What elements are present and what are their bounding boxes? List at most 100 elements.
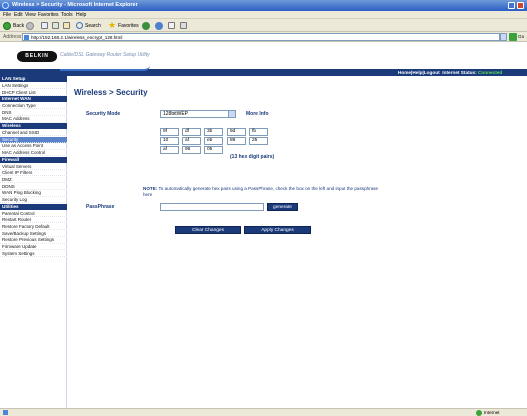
sidebar-item-use-as-access-point[interactable]: Use as Access Point [0,143,67,150]
top-nav-links: Home|Help|Logout Internet Status: Connec… [398,70,502,75]
clear-changes-button[interactable]: Clear Changes [175,226,241,234]
menu-tools[interactable]: Tools [61,12,73,18]
page-status-icon [3,410,8,415]
sidebar-item-security[interactable]: Security [0,136,67,143]
sidebar-item-security-log[interactable]: Security Log [0,197,67,204]
sidebar-section-lan-setup: LAN Setup [0,76,67,82]
utility-subtitle: Cable/DSL Gateway Router Setup Utility [60,52,150,58]
minimize-icon[interactable] [508,2,515,9]
sidebar-item-virtual-servers[interactable]: Virtual Servers [0,164,67,170]
passphrase-label: PassPhrase [86,204,115,210]
hex-key-field[interactable]: 10 [160,137,179,145]
security-mode-value: 128bitWEP [163,111,189,117]
hex-key-field[interactable]: fb [249,128,268,136]
sidebar-item-restore-factory-default[interactable]: Restore Factory Default [0,224,67,231]
sidebar-item-client-ip-filters[interactable]: Client IP Filters [0,170,67,177]
sidebar-item-dmz[interactable]: DMZ [0,177,67,184]
hex-key-field[interactable]: 25 [249,137,268,145]
refresh-icon [52,22,59,29]
hex-key-field[interactable]: 9f [160,128,179,136]
history-button[interactable] [155,21,163,30]
sidebar-item-channel-and-ssid[interactable]: Channel and SSID [0,130,67,137]
sidebar-item-wan-ping-blocking[interactable]: WAN Ping Blocking [0,190,67,197]
hex-pairs-note: (13 hex digit pairs) [230,154,275,160]
home-help-logout-links[interactable]: Home|Help|Logout [398,70,440,75]
swoosh-decoration [60,65,150,71]
window-title: Wireless > Security - Microsoft Internet… [12,2,138,8]
mail-button[interactable] [168,21,175,30]
home-icon [63,22,70,29]
sidebar-item-restart-router[interactable]: Restart Router [0,217,67,224]
refresh-button[interactable] [52,21,59,30]
sidebar-item-connection-type[interactable]: Connection Type [0,103,67,110]
back-arrow-icon [3,21,11,30]
search-label: Search [85,22,101,29]
sidebar-nav: LAN Setup LAN Settings DHCP Client List Int… [0,76,67,408]
internet-zone-icon [476,410,482,416]
hex-key-field[interactable]: eb [204,137,223,145]
search-icon [76,22,83,29]
main-content: Wireless > Security Security Mode 128bit… [68,76,527,408]
go-arrow-icon[interactable] [509,33,517,41]
browser-toolbar: Back Search ★ Favorites [0,19,527,32]
favorites-button[interactable]: ★ Favorites [108,21,139,30]
hex-key-field[interactable]: 89 [227,137,246,145]
sidebar-section-utilities: Utilities [0,203,67,210]
window-titlebar: Wireless > Security - Microsoft Internet… [0,0,527,11]
note-text: To automatically generate hex pairs usin… [143,186,379,197]
sidebar-item-dhcp-client-list[interactable]: DHCP Client List [0,90,67,96]
sidebar-item-lan-settings[interactable]: LAN Settings [0,83,67,90]
hex-key-field[interactable]: df [182,128,201,136]
address-input[interactable]: http://192.168.2.1/wireless_encrypt_128.… [22,33,500,41]
favorites-label: Favorites [118,22,139,29]
sidebar-item-mac-address-control[interactable]: MAC Address Control [0,150,67,157]
close-icon[interactable] [517,2,524,9]
security-mode-label: Security Mode [86,111,121,117]
print-button[interactable] [180,21,187,30]
hex-key-field[interactable]: 05 [204,146,223,154]
menu-bar: File Edit View Favorites Tools Help [0,11,527,19]
address-dropdown-icon[interactable] [500,33,507,41]
menu-edit[interactable]: Edit [14,12,23,18]
sidebar-item-parental-control[interactable]: Parental Control [0,211,67,217]
go-label[interactable]: Go [518,34,524,39]
passphrase-input[interactable] [160,203,264,211]
forward-arrow-icon [26,21,34,30]
hex-key-field[interactable]: af [160,146,179,154]
hex-key-field[interactable]: 9d [227,128,246,136]
sidebar-item-dns[interactable]: DNS [0,110,67,116]
menu-help[interactable]: Help [76,12,86,18]
search-button[interactable]: Search [76,21,101,30]
menu-favorites[interactable]: Favorites [38,12,59,18]
media-icon [142,21,150,30]
note-tag: NOTE: [143,186,158,191]
sidebar-section-internet-wan: Internet WAN [0,96,67,103]
apply-changes-button[interactable]: Apply Changes [244,226,311,234]
address-url: http://192.168.2.1/wireless_encrypt_128.… [31,35,123,40]
sidebar-section-wireless: Wireless [0,123,67,130]
menu-view[interactable]: View [25,12,36,18]
generate-button[interactable]: generate [267,203,298,211]
sidebar-item-save-backup-settings[interactable]: Save/Backup Settings [0,231,67,237]
stop-icon [41,22,48,29]
home-button[interactable] [63,21,70,30]
hex-key-field[interactable]: 3b [204,128,223,136]
security-mode-select[interactable]: 128bitWEP [160,110,236,118]
sidebar-item-firmware-update[interactable]: Firmware Update [0,244,67,251]
menu-file[interactable]: File [3,12,11,18]
more-info-link[interactable]: More Info [246,111,269,117]
hex-key-field[interactable]: 96 [182,146,201,154]
sidebar-item-ddns[interactable]: DDNS [0,184,67,190]
page-icon [24,35,29,40]
media-button[interactable] [142,21,150,30]
ie-logo-icon [2,2,9,9]
print-icon [180,22,187,29]
back-button[interactable]: Back [3,21,24,30]
stop-button[interactable] [41,21,48,30]
sidebar-item-restore-previous-settings[interactable]: Restore Previous Settings [0,237,67,244]
forward-button[interactable] [26,21,34,30]
sidebar-item-mac-address[interactable]: MAC Address [0,116,67,123]
hex-key-field[interactable]: af [182,137,201,145]
history-icon [155,21,163,30]
sidebar-item-system-settings[interactable]: System Settings [0,251,67,257]
